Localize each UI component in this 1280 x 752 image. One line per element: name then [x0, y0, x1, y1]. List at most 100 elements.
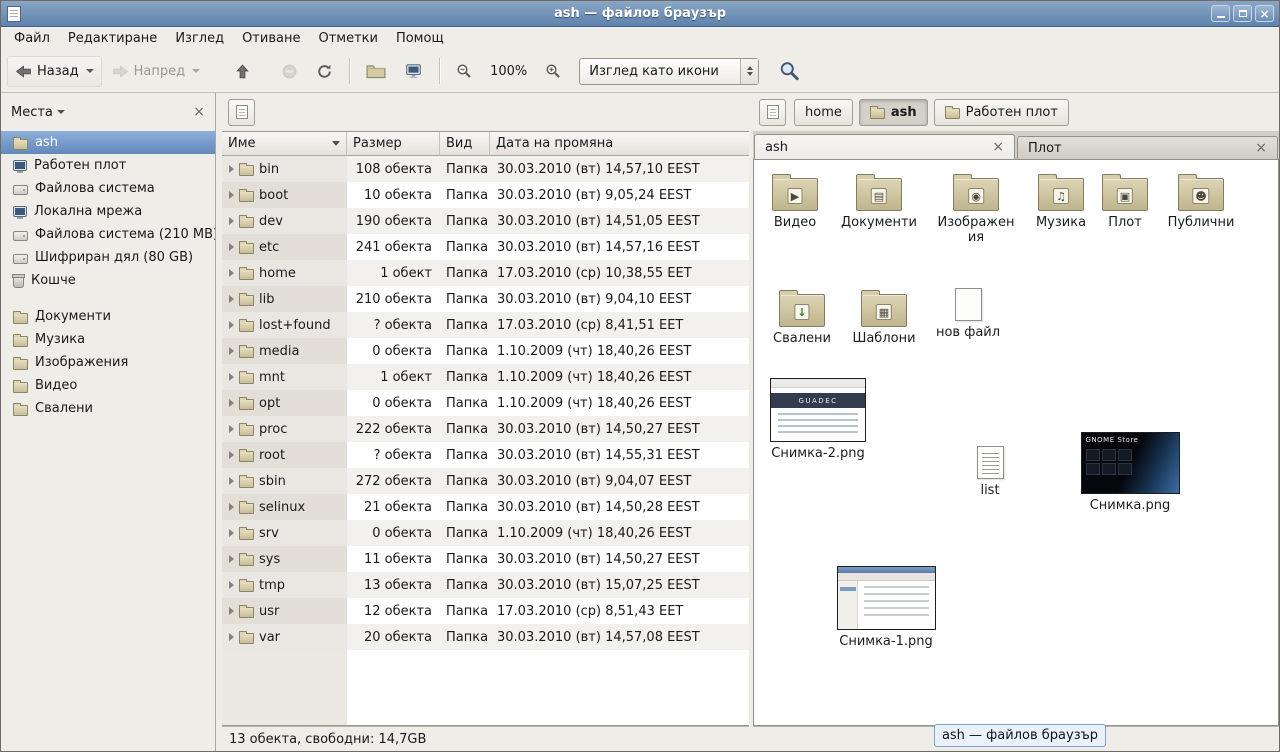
icon-item-public[interactable]: ☻Публични — [1158, 172, 1244, 231]
menu-file[interactable]: Файл — [5, 29, 59, 48]
spinner-arrows-icon[interactable] — [740, 59, 758, 84]
sidebar-item-filesystem[interactable]: Файлова система — [1, 177, 215, 200]
icon-view[interactable]: ▶Видео▤Документи◉Изображения♫Музика▣Плот… — [754, 160, 1278, 725]
expander-icon[interactable] — [229, 451, 234, 459]
location-toggle-button[interactable] — [228, 99, 255, 126]
expander-icon[interactable] — [229, 399, 234, 407]
stop-button[interactable] — [273, 56, 306, 87]
table-row-etc[interactable]: etc241 обектаПапка30.03.2010 (вт) 14,57,… — [222, 234, 749, 260]
icon-item-video[interactable]: ▶Видео — [754, 172, 836, 231]
table-row-dev[interactable]: dev190 обектаПапка30.03.2010 (вт) 14,51,… — [222, 208, 749, 234]
sidebar-item-desktop[interactable]: Работен плот — [1, 154, 215, 177]
up-button[interactable] — [226, 56, 259, 87]
tab-close-icon[interactable]: × — [992, 140, 1004, 154]
sidebar-item-network[interactable]: Локална мрежа — [1, 200, 215, 223]
menu-go[interactable]: Отиване — [233, 29, 309, 48]
zoom-out-button[interactable] — [448, 56, 480, 87]
taskbar-window-label[interactable]: ash — файлов браузър — [934, 724, 1106, 747]
table-row-sys[interactable]: sys11 обектаПапка30.03.2010 (вт) 14,50,2… — [222, 546, 749, 572]
search-button[interactable] — [771, 56, 808, 87]
expander-icon[interactable] — [229, 555, 234, 563]
sidebar-dropdown-icon[interactable] — [57, 110, 65, 114]
home-button[interactable] — [358, 56, 394, 87]
expander-icon[interactable] — [229, 269, 234, 277]
menu-view[interactable]: Изглед — [166, 29, 233, 48]
table-row-root[interactable]: root? обектаПапка30.03.2010 (вт) 14,55,3… — [222, 442, 749, 468]
expander-icon[interactable] — [229, 373, 234, 381]
table-row-boot[interactable]: boot10 обектаПапка30.03.2010 (вт) 9,05,2… — [222, 182, 749, 208]
sidebar-item-documents[interactable]: Документи — [1, 305, 215, 328]
table-row-mnt[interactable]: mnt1 обектПапка1.10.2009 (чт) 18,40,26 E… — [222, 364, 749, 390]
column-header-type[interactable]: Вид — [440, 132, 490, 156]
expander-icon[interactable] — [229, 633, 234, 641]
expander-icon[interactable] — [229, 607, 234, 615]
pathbar-button-desktop[interactable]: Работен плот — [934, 99, 1069, 126]
table-row-proc[interactable]: proc222 обектаПапка30.03.2010 (вт) 14,50… — [222, 416, 749, 442]
table-row-tmp[interactable]: tmp13 обектаПапка30.03.2010 (вт) 15,07,2… — [222, 572, 749, 598]
sidebar-item-encrypted-80[interactable]: Шифриран дял (80 GB) — [1, 246, 215, 269]
icon-item-templates[interactable]: ▦Шаблони — [842, 288, 926, 347]
icon-item-downloads[interactable]: ↓Свалени — [760, 288, 844, 347]
forward-button[interactable]: Напред — [104, 56, 208, 87]
pathbar-button-home[interactable]: home — [794, 99, 853, 126]
column-header-name[interactable]: Име — [222, 132, 347, 156]
sidebar-item-downloads[interactable]: Свалени — [1, 397, 215, 420]
maximize-button[interactable] — [1233, 5, 1252, 22]
column-header-size[interactable]: Размер — [347, 132, 440, 156]
zoom-in-button[interactable] — [537, 56, 569, 87]
expander-icon[interactable] — [229, 503, 234, 511]
sidebar-item-music[interactable]: Музика — [1, 328, 215, 351]
icon-item-documents[interactable]: ▤Документи — [838, 172, 920, 231]
close-button[interactable]: × — [1255, 5, 1274, 22]
sidebar-title[interactable]: Места — [11, 105, 53, 120]
table-row-home[interactable]: home1 обектПапка17.03.2010 (ср) 10,38,55… — [222, 260, 749, 286]
table-row-sbin[interactable]: sbin272 обектаПапка30.03.2010 (вт) 9,04,… — [222, 468, 749, 494]
expander-icon[interactable] — [229, 295, 234, 303]
tab-ash[interactable]: ash× — [754, 134, 1015, 159]
icon-item-snimka-2-png[interactable]: GUADECСнимка-2.png — [764, 378, 872, 462]
view-mode-select[interactable]: Изглед като икони — [579, 58, 759, 85]
table-row-opt[interactable]: opt0 обектаПапка1.10.2009 (чт) 18,40,26 … — [222, 390, 749, 416]
expander-icon[interactable] — [229, 321, 234, 329]
tab-close-icon[interactable]: × — [1255, 141, 1267, 155]
tab-plot[interactable]: Плот× — [1017, 136, 1278, 159]
icon-item-snimka-1-png[interactable]: Снимка-1.png — [830, 566, 942, 650]
icon-item-pictures[interactable]: ◉Изображения — [936, 172, 1016, 246]
table-row-lost+found[interactable]: lost+found? обектаПапка17.03.2010 (ср) 8… — [222, 312, 749, 338]
sidebar-item-trash[interactable]: Кошче — [1, 269, 215, 292]
back-dropdown-icon[interactable] — [86, 69, 94, 73]
icon-item-desktop[interactable]: ▣Плот — [1090, 172, 1160, 231]
table-row-lib[interactable]: lib210 обектаПапка30.03.2010 (вт) 9,04,1… — [222, 286, 749, 312]
table-row-selinux[interactable]: selinux21 обектаПапка30.03.2010 (вт) 14,… — [222, 494, 749, 520]
expander-icon[interactable] — [229, 191, 234, 199]
expander-icon[interactable] — [229, 243, 234, 251]
sidebar-item-video[interactable]: Видео — [1, 374, 215, 397]
sidebar-close-icon[interactable]: × — [193, 105, 205, 119]
sidebar-item-pictures[interactable]: Изображения — [1, 351, 215, 374]
table-row-bin[interactable]: bin108 обектаПапка30.03.2010 (вт) 14,57,… — [222, 156, 749, 182]
menu-bookmarks[interactable]: Отметки — [309, 29, 386, 48]
pathbar-root-button[interactable] — [759, 99, 786, 126]
expander-icon[interactable] — [229, 581, 234, 589]
expander-icon[interactable] — [229, 347, 234, 355]
sidebar-item-ash[interactable]: ash — [1, 131, 215, 154]
table-row-usr[interactable]: usr12 обектаПапка17.03.2010 (ср) 8,51,43… — [222, 598, 749, 624]
column-header-modified[interactable]: Дата на промяна — [490, 132, 749, 156]
sidebar-item-filesystem-210[interactable]: Файлова система (210 MB) — [1, 223, 215, 246]
pathbar-button-ash[interactable]: ash — [859, 99, 928, 126]
expander-icon[interactable] — [229, 165, 234, 173]
expander-icon[interactable] — [229, 477, 234, 485]
table-row-srv[interactable]: srv0 обектаПапка1.10.2009 (чт) 18,40,26 … — [222, 520, 749, 546]
computer-button[interactable] — [396, 56, 431, 87]
table-row-media[interactable]: media0 обектаПапка1.10.2009 (чт) 18,40,2… — [222, 338, 749, 364]
menu-edit[interactable]: Редактиране — [59, 29, 166, 48]
icon-item-snimka-png[interactable]: GNOME StoreСнимка.png — [1074, 432, 1186, 514]
table-row-var[interactable]: var20 обектаПапка30.03.2010 (вт) 14,57,0… — [222, 624, 749, 650]
expander-icon[interactable] — [229, 529, 234, 537]
back-button[interactable]: Назад — [7, 56, 102, 87]
icon-item-list[interactable]: list — [950, 446, 1030, 499]
expander-icon[interactable] — [229, 217, 234, 225]
reload-button[interactable] — [308, 56, 341, 87]
minimize-button[interactable] — [1211, 5, 1230, 22]
expander-icon[interactable] — [229, 425, 234, 433]
